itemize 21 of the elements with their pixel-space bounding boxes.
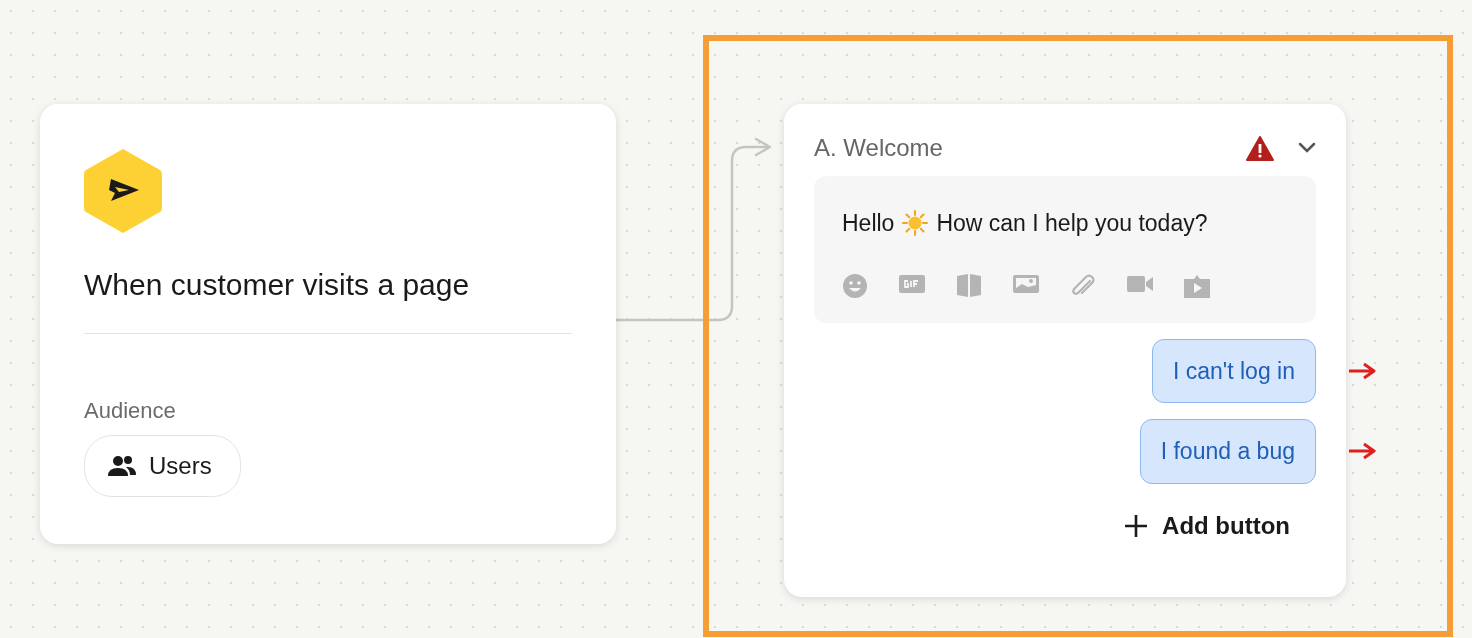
emoji-icon[interactable] <box>842 272 868 299</box>
arrow-icon[interactable] <box>1348 361 1376 380</box>
reply-button[interactable]: I can't log in <box>1151 338 1316 403</box>
trigger-card[interactable]: When customer visits a page Audience Users <box>40 104 616 544</box>
image-icon[interactable] <box>1013 272 1039 295</box>
message-text: How can I help you today? <box>936 209 1208 238</box>
hexagon-logo-icon <box>84 148 162 234</box>
audience-chip[interactable]: Users <box>84 435 241 497</box>
sun-icon <box>902 210 929 237</box>
add-button[interactable]: Add button <box>1124 507 1290 544</box>
step-title: A. Welcome <box>814 133 944 163</box>
people-icon <box>107 455 137 477</box>
arrow-icon[interactable] <box>1348 442 1376 461</box>
chevron-down-icon[interactable] <box>1298 142 1316 154</box>
plus-icon <box>1124 513 1149 538</box>
message-text: Hello <box>842 209 895 238</box>
audience-label: Audience <box>84 397 177 425</box>
reply-button[interactable]: I found a bug <box>1139 419 1316 484</box>
trigger-title: When customer visits a page <box>84 262 572 334</box>
gif-icon[interactable] <box>899 272 925 295</box>
book-icon[interactable] <box>956 272 982 299</box>
